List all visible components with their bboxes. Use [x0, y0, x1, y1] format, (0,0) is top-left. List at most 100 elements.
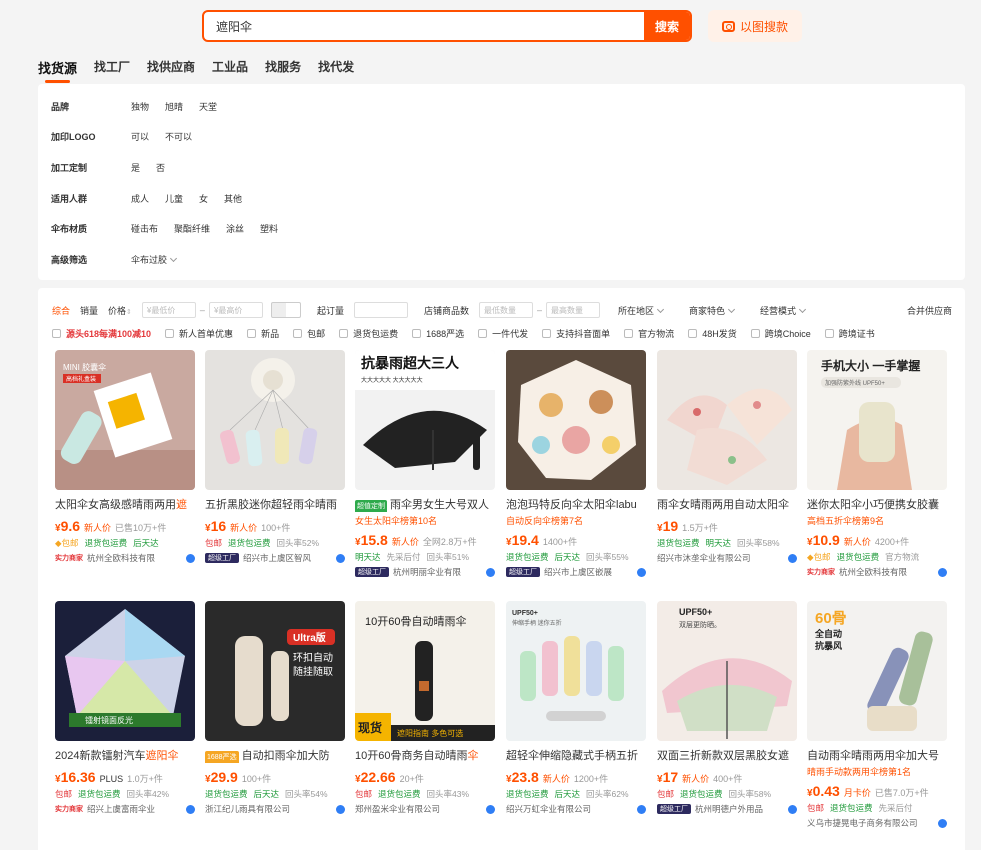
- filter-option[interactable]: 儿童: [165, 192, 183, 205]
- chat-icon[interactable]: [486, 804, 495, 814]
- merge-supplier-toggle[interactable]: 合并供应商: [907, 304, 952, 317]
- shop-row[interactable]: 超级工厂 绍兴市上虞区嵌展: [506, 566, 646, 578]
- filter-option[interactable]: 涂丝: [226, 222, 244, 235]
- filter-dropdown[interactable]: 伞布过胶: [131, 253, 178, 266]
- checkbox[interactable]: [247, 328, 257, 338]
- product-rank[interactable]: 高档五折伞榜第9名: [807, 514, 947, 526]
- product-image[interactable]: [657, 350, 797, 490]
- checkbox[interactable]: [624, 328, 634, 338]
- tag-1688-select[interactable]: 1688严选: [412, 327, 464, 340]
- product-image[interactable]: MINI 胶囊伞 高档礼盒装: [55, 350, 195, 490]
- shop-name[interactable]: 绍兴市上虞区智风: [243, 552, 311, 564]
- product-card[interactable]: UPF50+ 伸缩手柄 迷你五折 超轻伞伸缩隐藏式手柄五折 ¥23.8 新人价 1200+…: [506, 601, 646, 815]
- checkbox[interactable]: [293, 328, 303, 338]
- chat-icon[interactable]: [336, 804, 345, 814]
- product-card[interactable]: 抗暴雨超大三人 大大大大大 大大大大大超值定制 雨伞男女生大号双人 女生太阳伞榜第10…: [355, 350, 495, 578]
- sort-price[interactable]: 价格⇕: [108, 304, 132, 317]
- product-image[interactable]: 60骨 全自动 抗暴风: [807, 601, 947, 741]
- tag-dropship[interactable]: 一件代发: [478, 327, 528, 340]
- tab-industrial[interactable]: 工业品: [212, 58, 248, 83]
- shop-row[interactable]: 义乌市捷晃电子商务有限公司: [807, 817, 947, 829]
- shop-name[interactable]: 杭州全欧科技有限: [87, 552, 155, 564]
- shop-row[interactable]: 实力商家 杭州全欧科技有限: [807, 566, 947, 578]
- image-search-button[interactable]: 以图搜款: [708, 10, 802, 42]
- shop-row[interactable]: 实力商家 绍兴上虞富雨伞业: [55, 803, 195, 815]
- location-dropdown[interactable]: 所在地区: [618, 304, 665, 317]
- chat-icon[interactable]: [637, 804, 646, 814]
- tab-find-supplier[interactable]: 找供应商: [147, 58, 195, 83]
- shop-name[interactable]: 义乌市捷晃电子商务有限公司: [807, 817, 918, 829]
- product-title[interactable]: 自动雨伞晴雨两用伞加大号: [807, 749, 947, 763]
- product-card[interactable]: 五折黑胶迷你超轻雨伞晴雨 ¥16 新人价 100+件 包邮 退货包运费 回头率52% 超级工厂…: [205, 350, 345, 564]
- checkbox[interactable]: [824, 328, 834, 338]
- product-rank[interactable]: 晴雨手动款两用伞榜第1名: [807, 765, 947, 777]
- filter-option[interactable]: 天堂: [199, 100, 217, 113]
- product-rank[interactable]: 自动反向伞榜第7名: [506, 514, 646, 526]
- filter-option[interactable]: 旭晴: [165, 100, 183, 113]
- product-title[interactable]: 五折黑胶迷你超轻雨伞晴雨: [205, 498, 345, 512]
- chat-icon[interactable]: [186, 804, 195, 814]
- filter-option[interactable]: 女: [199, 192, 208, 205]
- product-card[interactable]: 60骨 全自动 抗暴风 自动雨伞晴雨两用伞加大号 晴雨手动款两用伞榜第1名 ¥0.43 月卡…: [807, 601, 947, 829]
- chat-icon[interactable]: [637, 567, 646, 577]
- price-max-input[interactable]: ¥最高价: [208, 302, 263, 318]
- filter-option[interactable]: 独物: [131, 100, 149, 113]
- moq-input[interactable]: [353, 302, 408, 318]
- product-rank[interactable]: 女生太阳伞榜第10名: [355, 514, 495, 526]
- product-card[interactable]: 镭射镜面反光 2024新款镭射汽车遮阳伞 ¥16.36 PLUS 1.0万+件 包邮 退货包…: [55, 601, 195, 815]
- shop-row[interactable]: 浙江纪儿雨具有限公司: [205, 803, 345, 815]
- shop-row[interactable]: 绍兴市沐垄伞业有限公司: [657, 552, 797, 564]
- product-card[interactable]: UPF50+ 双层更防晒。 双面三折新款双层黑胶女遮 ¥17 新人价 400+件 包邮 退货包…: [657, 601, 797, 815]
- product-card[interactable]: 手机大小 一手掌握 加强防紫外线 UPF50+ 迷你太阳伞小巧便携女胶囊 高档五折伞榜…: [807, 350, 947, 578]
- chat-icon[interactable]: [938, 567, 947, 577]
- shop-name[interactable]: 绍兴万虹伞业有限公司: [506, 803, 591, 815]
- shop-row[interactable]: 超级工厂 绍兴市上虞区智风: [205, 552, 345, 564]
- filter-option[interactable]: 成人: [131, 192, 149, 205]
- product-title[interactable]: 雨伞女晴雨两用自动太阳伞: [657, 498, 797, 512]
- filter-option[interactable]: 可以: [131, 130, 149, 143]
- mode-dropdown[interactable]: 经营模式: [760, 304, 807, 317]
- product-title[interactable]: 双面三折新款双层黑胶女遮: [657, 749, 797, 763]
- product-title[interactable]: 超值定制 雨伞男女生大号双人: [355, 498, 495, 512]
- product-title[interactable]: 太阳伞女高级感晴雨两用遮: [55, 498, 195, 512]
- product-title[interactable]: 10开60骨商务自动晴雨伞: [355, 749, 495, 763]
- shop-name[interactable]: 绍兴市上虞区嵌展: [544, 566, 612, 578]
- tab-find-factory[interactable]: 找工厂: [94, 58, 130, 83]
- product-image[interactable]: [506, 350, 646, 490]
- shop-max-input[interactable]: 最高数量: [545, 302, 600, 318]
- shop-row[interactable]: 超级工厂 杭州明德户外用品: [657, 803, 797, 815]
- shop-name[interactable]: 郑州盈米伞业有限公司: [355, 803, 440, 815]
- price-min-input[interactable]: ¥最低价: [141, 302, 196, 318]
- product-image[interactable]: UPF50+ 双层更防晒。: [657, 601, 797, 741]
- search-button[interactable]: 搜索: [644, 12, 690, 40]
- product-image[interactable]: 镭射镜面反光: [55, 601, 195, 741]
- product-image[interactable]: 抗暴雨超大三人 大大大大大 大大大大大: [355, 350, 495, 490]
- product-image[interactable]: [205, 350, 345, 490]
- chat-icon[interactable]: [938, 818, 947, 828]
- product-title[interactable]: 泡泡玛特反向伞太阳伞labu: [506, 498, 646, 512]
- checkbox[interactable]: [52, 328, 61, 338]
- merchant-dropdown[interactable]: 商家特色: [689, 304, 736, 317]
- search-input[interactable]: [204, 12, 644, 40]
- product-image[interactable]: 10开60骨自动晴雨伞 现货 遮阳指南 多色可选: [355, 601, 495, 741]
- tag-choice[interactable]: 跨境Choice: [750, 327, 811, 340]
- checkbox[interactable]: [542, 328, 552, 338]
- tag-new[interactable]: 新品: [247, 327, 279, 340]
- tag-newcomer[interactable]: 新人首单优惠: [165, 327, 233, 340]
- shop-min-input[interactable]: 最低数量: [478, 302, 533, 318]
- filter-option[interactable]: 聚酯纤维: [174, 222, 210, 235]
- chat-icon[interactable]: [336, 553, 345, 563]
- tag-free-shipping[interactable]: 包邮: [293, 327, 325, 340]
- shop-name[interactable]: 杭州明德户外用品: [695, 803, 763, 815]
- product-title[interactable]: 2024新款镭射汽车遮阳伞: [55, 749, 195, 763]
- tag-618[interactable]: 源头618每满100减10: [52, 327, 151, 340]
- shop-row[interactable]: 超级工厂 杭州明丽伞业有限: [355, 566, 495, 578]
- sort-comprehensive[interactable]: 综合: [52, 304, 70, 317]
- tab-dropship[interactable]: 找代发: [318, 58, 354, 83]
- shop-name[interactable]: 绍兴市沐垄伞业有限公司: [657, 552, 751, 564]
- checkbox[interactable]: [339, 328, 349, 338]
- sort-sales[interactable]: 销量: [80, 304, 98, 317]
- checkbox[interactable]: [412, 328, 422, 338]
- product-card[interactable]: 10开60骨自动晴雨伞 现货 遮阳指南 多色可选 10开60骨商务自动晴雨伞 ¥22.6…: [355, 601, 495, 815]
- layout-toggle-icon[interactable]: [270, 302, 301, 318]
